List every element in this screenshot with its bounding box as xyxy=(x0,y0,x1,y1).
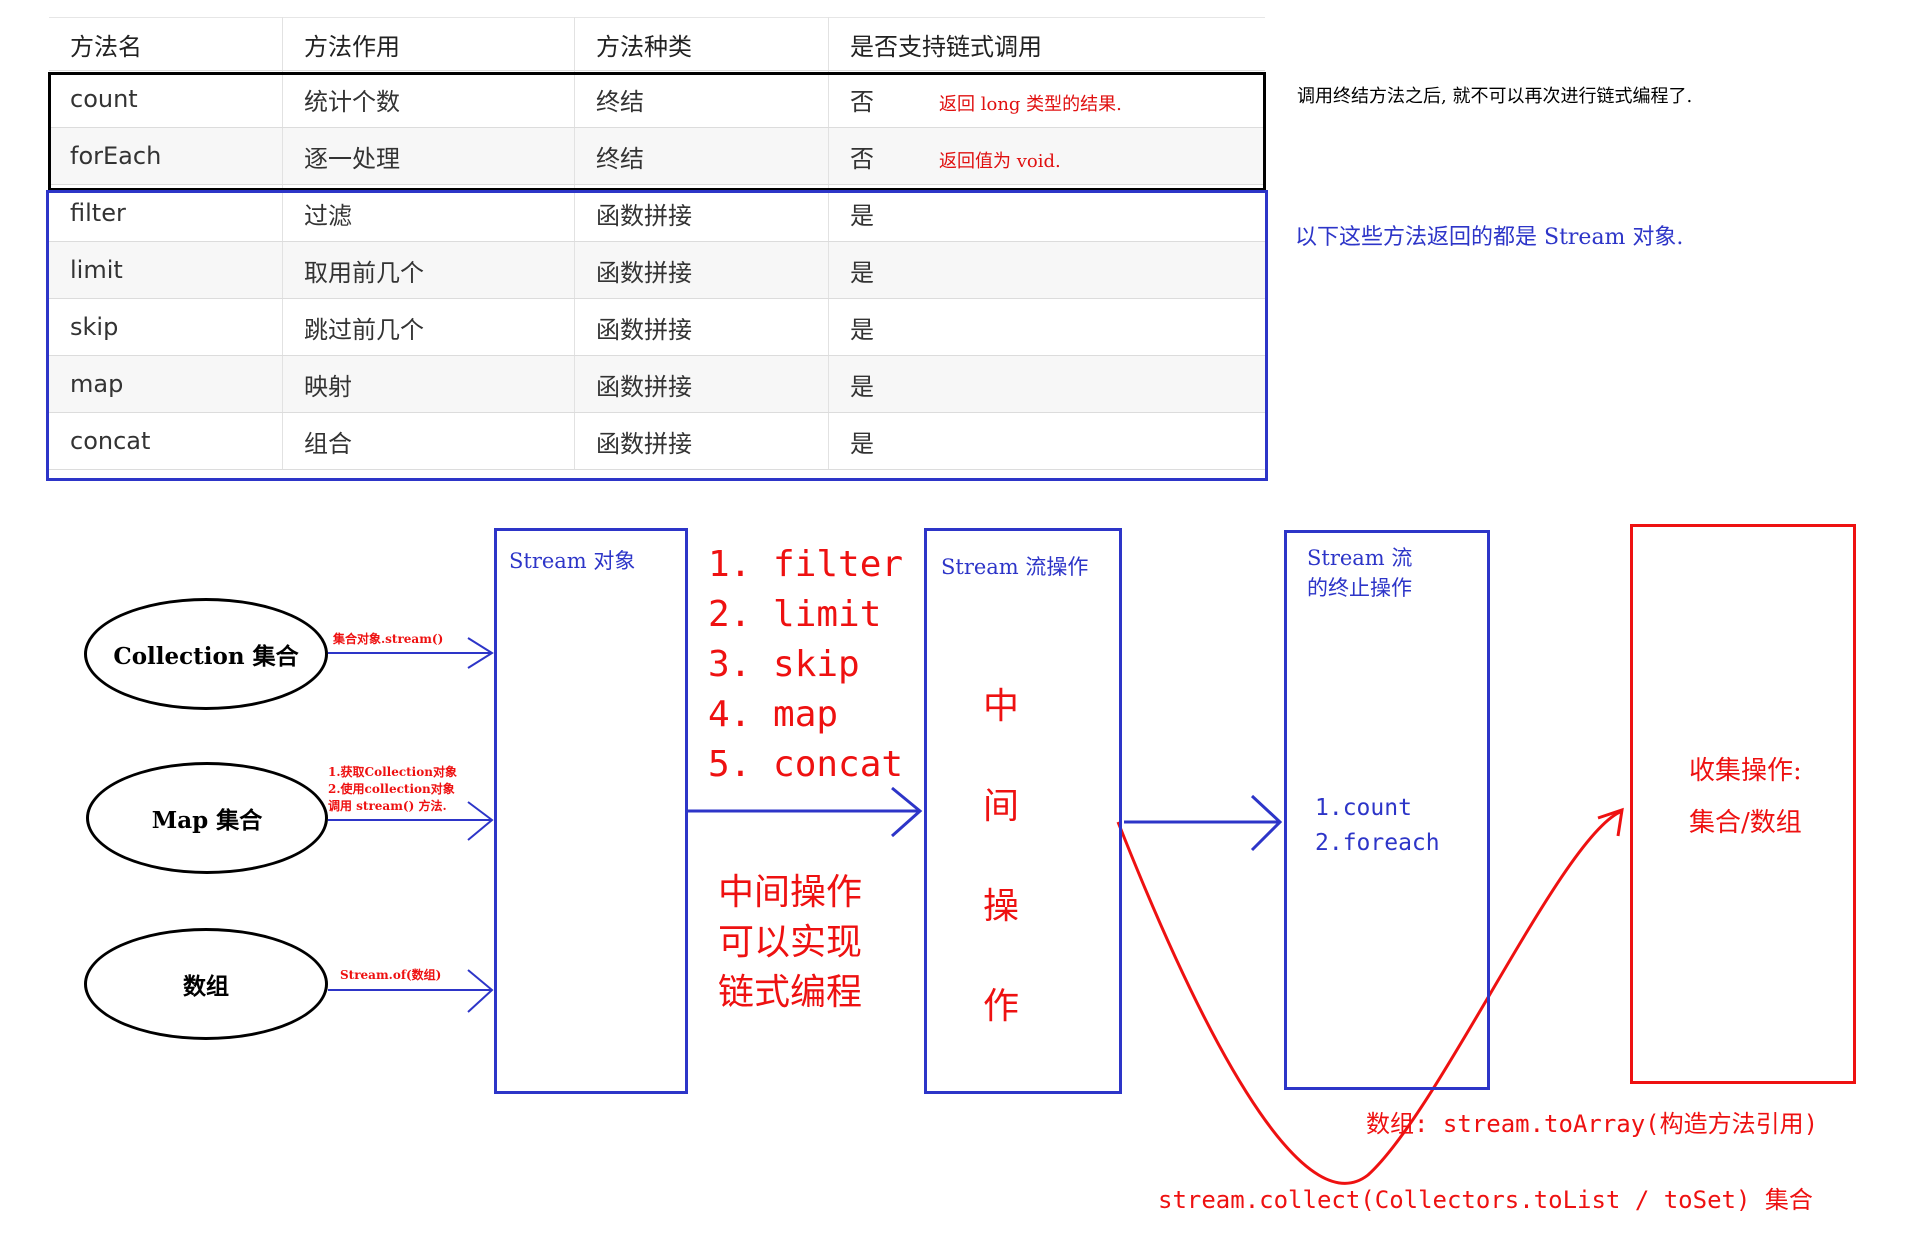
collect-line2: 集合/数组 xyxy=(1689,808,1802,838)
collection-source: Collection 集合 xyxy=(84,598,328,710)
collect-ops-box: 收集操作: 集合/数组 xyxy=(1630,524,1856,1084)
terminal-ops-list: 1.count 2.foreach xyxy=(1315,791,1440,861)
middle-note-line: 中间操作 xyxy=(718,872,863,913)
methods-list-item: 1. filter xyxy=(708,544,904,585)
intermediate-op-char: 中 xyxy=(983,686,1020,727)
methods-list-item: 5. concat xyxy=(708,744,904,785)
map-arrow-label-line3: 调用 stream() 方法. xyxy=(328,799,447,813)
intermediate-op-char: 间 xyxy=(983,786,1020,827)
collection-source-label: Collection 集合 xyxy=(113,643,299,670)
middle-note-line: 可以实现 xyxy=(718,922,863,963)
terminal-ops-box: Stream 流 的终止操作 1.count 2.foreach xyxy=(1284,530,1490,1090)
collect-ops-text: 收集操作: 集合/数组 xyxy=(1689,745,1802,849)
stream-object-title: Stream 对象 xyxy=(509,549,636,573)
collect-line1: 收集操作: xyxy=(1689,756,1802,786)
map-source: Map 集合 xyxy=(86,762,328,874)
map-arrow-label-line2: 2.使用collection对象 xyxy=(328,782,455,796)
stream-ops-box: Stream 流操作 中 间 操 作 xyxy=(924,528,1122,1094)
array-source: 数组 xyxy=(84,928,328,1040)
terminal-op-item: 2.foreach xyxy=(1315,830,1440,856)
to-array-note: 数组: stream.toArray(构造方法引用) xyxy=(1366,1110,1819,1138)
methods-list-item: 3. skip xyxy=(708,644,860,685)
map-arrow-label: 1.获取Collection对象 2.使用collection对象 调用 str… xyxy=(328,764,457,815)
array-arrow-label: Stream.of(数组) xyxy=(340,968,442,982)
terminal-op-item: 1.count xyxy=(1315,795,1412,821)
terminal-title-line2: 的终止操作 xyxy=(1307,576,1412,600)
intermediate-op-char: 作 xyxy=(983,986,1020,1027)
stream-object-box: Stream 对象 xyxy=(494,528,688,1094)
terminal-ops-title: Stream 流 的终止操作 xyxy=(1307,543,1412,603)
terminal-title-line1: Stream 流 xyxy=(1307,546,1413,570)
collect-note: stream.collect(Collectors.toList / toSet… xyxy=(1158,1186,1813,1214)
intermediate-op-vertical: 中 间 操 作 xyxy=(983,657,1019,1057)
middle-note-line: 链式编程 xyxy=(718,972,863,1013)
methods-list: 1. filter 2. limit 3. skip 4. map 5. con… xyxy=(708,540,903,790)
array-source-label: 数组 xyxy=(183,973,229,1000)
methods-list-item: 4. map xyxy=(708,694,839,735)
collection-arrow-label: 集合对象.stream() xyxy=(333,632,444,646)
map-source-label: Map 集合 xyxy=(151,807,263,834)
methods-list-item: 2. limit xyxy=(708,594,882,635)
middle-operation-note: 中间操作 可以实现 链式编程 xyxy=(718,868,862,1018)
stream-ops-title: Stream 流操作 xyxy=(941,555,1089,579)
intermediate-op-char: 操 xyxy=(983,886,1020,927)
map-arrow-label-line1: 1.获取Collection对象 xyxy=(328,765,457,779)
